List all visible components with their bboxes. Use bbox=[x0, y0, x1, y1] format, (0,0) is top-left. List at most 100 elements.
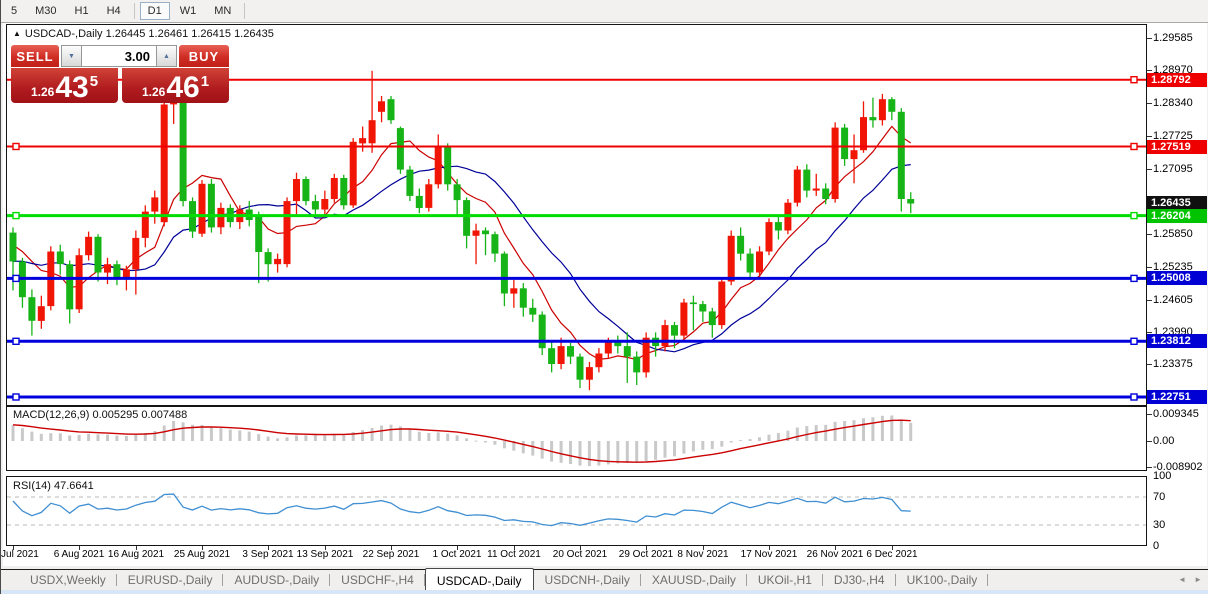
candle-body bbox=[604, 341, 612, 354]
candle-body bbox=[878, 99, 886, 121]
chart-tab-usdcnh[interactable]: USDCNH-,Daily bbox=[534, 570, 642, 590]
candle-body bbox=[595, 353, 603, 368]
line-handle[interactable] bbox=[1130, 274, 1138, 283]
chart-symbol-period: USDCAD-,Daily bbox=[24, 28, 103, 40]
candle-body bbox=[132, 237, 140, 270]
candle-body bbox=[28, 297, 36, 321]
axis-tick bbox=[1147, 169, 1152, 170]
macd-histogram-bar bbox=[587, 441, 591, 467]
date-axis-label: 22 Sep 2021 bbox=[362, 549, 420, 560]
sell-price-figure: 1.26 bbox=[30, 85, 55, 99]
macd-histogram-bar bbox=[909, 422, 913, 441]
volume-increase-button[interactable]: ▲ bbox=[156, 45, 177, 67]
volume-decrease-button[interactable]: ▼ bbox=[61, 45, 82, 67]
line-handle[interactable] bbox=[12, 211, 20, 220]
candle-body bbox=[56, 251, 64, 265]
timeframe-button-w1[interactable]: W1 bbox=[172, 2, 205, 20]
line-handle[interactable] bbox=[1130, 337, 1138, 345]
rsi-indicator-pane[interactable] bbox=[6, 476, 1147, 546]
timeframe-button-m30[interactable]: M30 bbox=[27, 2, 64, 20]
candle-body bbox=[737, 235, 745, 254]
macd-histogram-bar bbox=[843, 421, 847, 441]
candle-body bbox=[283, 201, 291, 265]
candle-body bbox=[538, 314, 546, 349]
candle-body bbox=[897, 111, 905, 199]
macd-label: MACD(12,26,9) 0.005295 0.007488 bbox=[13, 409, 188, 421]
date-axis-label: 25 Aug 2021 bbox=[173, 549, 231, 560]
buy-price-pips: 46 bbox=[166, 71, 200, 104]
macd-histogram-bar bbox=[247, 431, 251, 441]
chart-ohlc-values: 1.26445 1.26461 1.26415 1.26435 bbox=[105, 28, 274, 40]
volume-input[interactable] bbox=[82, 45, 156, 67]
macd-histogram-bar bbox=[493, 441, 497, 445]
buy-price-point: 1 bbox=[200, 73, 210, 90]
buy-price-display[interactable]: 1.26 46 1 bbox=[122, 68, 229, 103]
price-tag: 1.23812 bbox=[1147, 334, 1207, 348]
chart-tab-eurusd[interactable]: EURUSD-,Daily bbox=[117, 570, 224, 590]
axis-tick bbox=[1147, 234, 1152, 235]
line-handle[interactable] bbox=[1130, 211, 1138, 220]
date-axis-label: 3 Sep 2021 bbox=[242, 549, 294, 560]
chart-tab-xauusd[interactable]: XAUUSD-,Daily bbox=[641, 570, 747, 590]
ma-slow-line bbox=[12, 164, 911, 353]
line-handle[interactable] bbox=[1130, 393, 1138, 401]
buy-button[interactable]: BUY bbox=[179, 45, 229, 67]
rsi-axis-label: 30 bbox=[1153, 519, 1166, 531]
chart-tab-dj30[interactable]: DJ30-,H4 bbox=[823, 570, 896, 590]
chart-tab-usdcad[interactable]: USDCAD-,Daily bbox=[424, 568, 534, 590]
line-handle[interactable] bbox=[12, 142, 20, 151]
macd-histogram-bar bbox=[370, 428, 374, 441]
macd-histogram-bar bbox=[30, 431, 34, 441]
line-handle[interactable] bbox=[1130, 142, 1138, 151]
macd-histogram-bar bbox=[408, 429, 412, 441]
candle-body bbox=[585, 367, 593, 380]
timeframe-button-d1[interactable]: D1 bbox=[139, 2, 170, 20]
rsi-canvas[interactable] bbox=[7, 477, 1146, 545]
candle-body bbox=[255, 215, 263, 252]
rsi-line bbox=[12, 493, 911, 527]
chart-tab-uk100[interactable]: UK100-,Daily bbox=[896, 570, 989, 590]
date-axis-label: 16 Aug 2021 bbox=[107, 549, 165, 560]
line-handle[interactable] bbox=[12, 274, 20, 283]
chart-tab-ukoil[interactable]: UKOil-,H1 bbox=[747, 570, 823, 590]
candle-body bbox=[66, 264, 74, 310]
candle-body bbox=[869, 117, 877, 121]
chart-tab-usdx[interactable]: USDX,Weekly bbox=[19, 570, 117, 590]
collapse-triangle-icon[interactable]: ▲ bbox=[13, 29, 21, 38]
macd-histogram-bar bbox=[758, 437, 761, 441]
line-handle[interactable] bbox=[12, 393, 20, 401]
macd-histogram-bar bbox=[625, 441, 629, 463]
macd-histogram-bar bbox=[436, 432, 440, 441]
line-handle[interactable] bbox=[1130, 76, 1138, 84]
timeframe-button-5[interactable]: 5 bbox=[3, 2, 25, 20]
tab-scroll-left-icon[interactable]: ◄ bbox=[1178, 575, 1186, 584]
candle-body bbox=[463, 200, 471, 236]
candle-body bbox=[415, 195, 423, 208]
chart-tab-usdchf[interactable]: USDCHF-,H4 bbox=[330, 570, 425, 590]
line-handle[interactable] bbox=[12, 337, 20, 345]
candle-body bbox=[529, 307, 537, 315]
date-axis-label: 6 Dec 2021 bbox=[866, 549, 918, 560]
price-axis-label: 1.28340 bbox=[1153, 97, 1193, 109]
macd-axis-label: 0.009345 bbox=[1153, 408, 1199, 420]
timeframe-toolbar: 5 M30 H1 H4 D1 W1 MN bbox=[1, 0, 1208, 23]
timeframe-button-h4[interactable]: H4 bbox=[99, 2, 129, 20]
chart-tab-audusd[interactable]: AUDUSD-,Daily bbox=[223, 570, 330, 590]
tab-scroll-right-icon[interactable]: ► bbox=[1194, 575, 1202, 584]
sell-price-display[interactable]: 1.26 43 5 bbox=[11, 68, 118, 103]
macd-histogram-bar bbox=[616, 441, 620, 464]
toolbar-separator bbox=[244, 3, 246, 19]
timeframe-button-h1[interactable]: H1 bbox=[67, 2, 97, 20]
macd-histogram-bar bbox=[455, 435, 459, 441]
timeframe-button-mn[interactable]: MN bbox=[206, 2, 239, 20]
candle-body bbox=[330, 178, 338, 199]
candle-body bbox=[160, 104, 168, 223]
macd-histogram-bar bbox=[295, 435, 298, 441]
price-tag: 1.28792 bbox=[1147, 73, 1207, 87]
candle-body bbox=[671, 325, 678, 336]
macd-histogram-bar bbox=[852, 420, 856, 441]
macd-histogram-bar bbox=[569, 441, 572, 464]
sell-button[interactable]: SELL bbox=[11, 45, 59, 67]
candle-body bbox=[557, 346, 565, 364]
macd-histogram-bar bbox=[49, 433, 53, 441]
